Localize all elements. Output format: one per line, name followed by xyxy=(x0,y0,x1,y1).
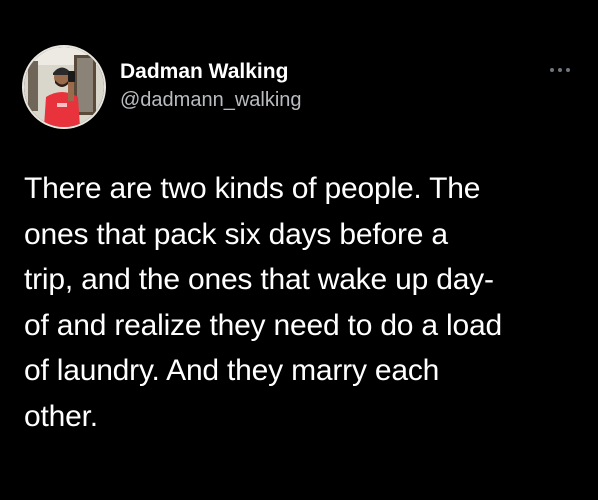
tweet-line: other. xyxy=(24,399,98,433)
avatar[interactable] xyxy=(22,45,106,129)
author-block: Dadman Walking @dadmann_walking xyxy=(120,58,302,114)
tweet-text: There are two kinds of people. The ones … xyxy=(24,166,584,439)
tweet-line: ones that pack six days before a xyxy=(24,217,448,251)
tweet-card: Dadman Walking @dadmann_walking There ar… xyxy=(0,0,598,500)
tweet-line: trip, and the ones that wake up day- xyxy=(24,263,494,296)
tweet-line: of laundry. And they marry each xyxy=(24,354,440,387)
more-options-button[interactable] xyxy=(542,60,578,80)
tweet-line: of and realize they need to do a load xyxy=(24,308,502,342)
display-name[interactable]: Dadman Walking xyxy=(120,58,302,86)
more-horizontal-icon xyxy=(550,68,570,72)
avatar-photo-icon xyxy=(24,47,104,127)
tweet-line: There are two kinds of people. The xyxy=(24,172,481,205)
user-handle[interactable]: @dadmann_walking xyxy=(120,86,302,114)
